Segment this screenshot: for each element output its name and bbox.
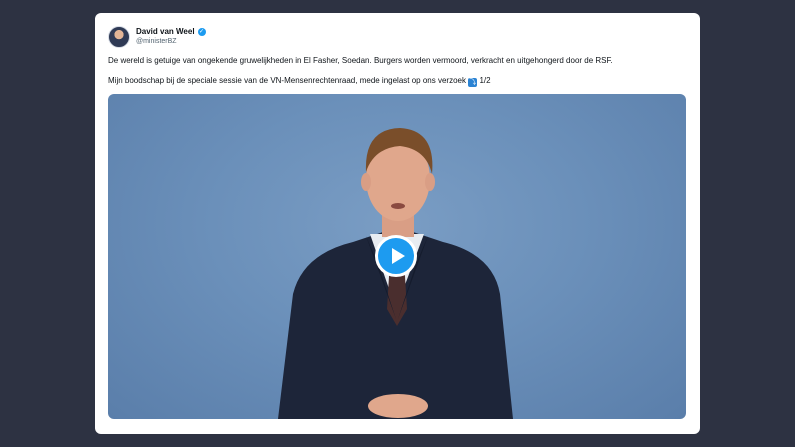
author-block: David van Weel ✓ @ministerBZ: [136, 27, 206, 47]
video-player[interactable]: [108, 94, 686, 419]
author-name-row: David van Weel ✓: [136, 27, 206, 37]
avatar[interactable]: [108, 26, 130, 48]
thread-count: 1/2: [479, 76, 491, 85]
tweet-header: David van Weel ✓ @ministerBZ: [108, 25, 206, 49]
author-name[interactable]: David van Weel: [136, 27, 195, 37]
tweet-card: David van Weel ✓ @ministerBZ De wereld i…: [95, 13, 700, 434]
verified-badge-icon: ✓: [197, 28, 206, 36]
play-button[interactable]: [375, 235, 417, 277]
arrow-down-right-emoji-icon: ⤵: [468, 78, 478, 87]
tweet-text-paragraph-1: De wereld is getuige van ongekende gruwe…: [108, 56, 613, 65]
play-icon: [391, 248, 405, 264]
tweet-text-paragraph-2: Mijn boodschap bij de speciale sessie va…: [108, 76, 491, 87]
author-handle[interactable]: @ministerBZ: [136, 37, 206, 47]
paragraph-2-text: Mijn boodschap bij de speciale sessie va…: [108, 76, 466, 85]
